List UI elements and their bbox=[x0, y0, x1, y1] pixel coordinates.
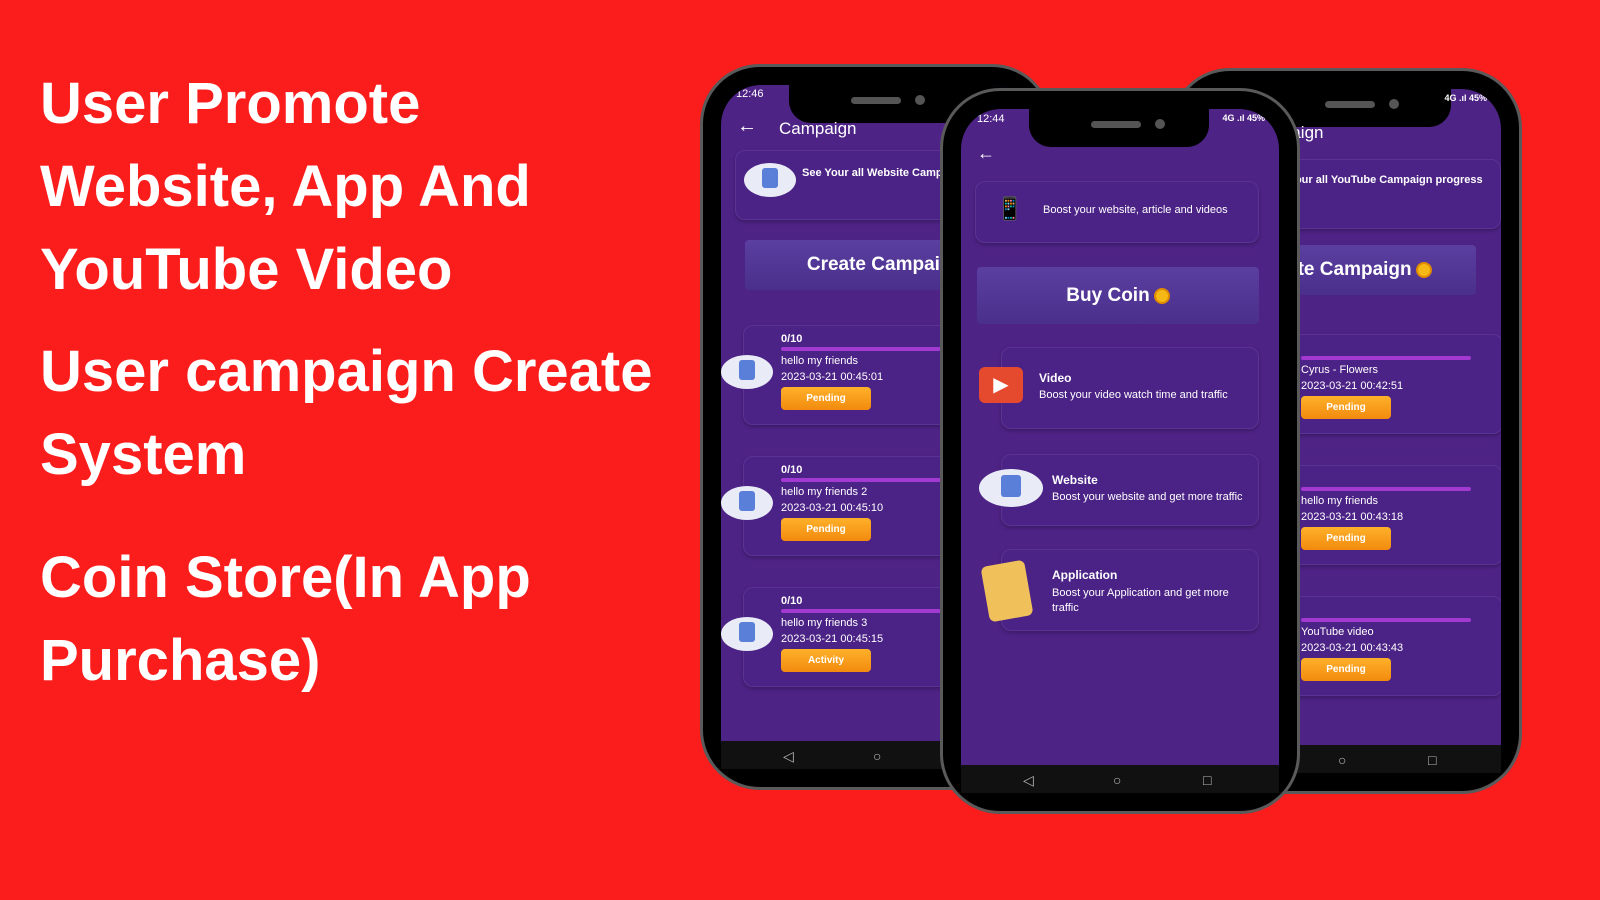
campaign-title: YouTube video bbox=[1301, 626, 1374, 638]
progress-count: 0/10 bbox=[781, 333, 803, 345]
screen: 12:44 4G .ıl 45% ← 📱 Boost your website,… bbox=[961, 109, 1279, 793]
progress-bar bbox=[781, 609, 951, 613]
phone-center: 12:44 4G .ıl 45% ← 📱 Boost your website,… bbox=[940, 88, 1300, 814]
info-card: 📱 Boost your website, article and videos bbox=[975, 181, 1259, 243]
campaign-date: 2023-03-21 00:45:10 bbox=[781, 502, 884, 514]
progress-bar bbox=[781, 478, 951, 482]
progress-count: 0/10 bbox=[781, 595, 803, 607]
campaign-title: hello my friends 3 bbox=[781, 617, 868, 629]
campaign-title: hello my friends bbox=[781, 355, 859, 367]
option-title: Application bbox=[1052, 568, 1118, 582]
campaign-date: 2023-03-21 00:45:01 bbox=[781, 371, 884, 383]
status-button[interactable]: Pending bbox=[1301, 527, 1391, 550]
campaign-title: hello my friends bbox=[1301, 495, 1379, 507]
headline-line: Coin Store(In App bbox=[40, 545, 531, 610]
option-video[interactable] bbox=[1001, 347, 1259, 429]
option-desc: Boost your website and get more traffic bbox=[1052, 491, 1243, 503]
progress-count: 0/10 bbox=[781, 464, 803, 476]
recents-square-icon[interactable]: □ bbox=[1428, 752, 1436, 768]
button-label: Buy Coin bbox=[1066, 284, 1150, 306]
option-desc: Boost your video watch time and traffic bbox=[1039, 389, 1228, 401]
headline-line: System bbox=[40, 422, 247, 487]
campaign-illustration-icon bbox=[744, 163, 796, 197]
status-time: 12:46 bbox=[736, 88, 764, 100]
headline-block-1: User Promote Website, App And YouTube Vi… bbox=[40, 62, 700, 311]
campaign-illustration-icon bbox=[721, 486, 773, 520]
status-time: 12:44 bbox=[977, 113, 1005, 125]
progress-bar bbox=[1301, 618, 1471, 622]
status-bar: 4G .ıl 45% bbox=[1444, 93, 1487, 103]
option-desc: Boost your Application and get more traf… bbox=[1052, 587, 1229, 614]
status-button[interactable]: Activity bbox=[781, 649, 871, 672]
campaign-title: Cyrus - Flowers bbox=[1301, 364, 1379, 376]
home-circle-icon[interactable]: ○ bbox=[873, 748, 881, 764]
option-title: Website bbox=[1052, 473, 1098, 487]
status-button[interactable]: Pending bbox=[781, 518, 871, 541]
campaign-illustration-icon bbox=[721, 355, 773, 389]
headline-line: User Promote bbox=[40, 71, 421, 136]
headline-line: User campaign Create bbox=[40, 339, 653, 404]
headline-line: Purchase) bbox=[40, 628, 321, 693]
campaign-illustration-icon bbox=[721, 617, 773, 651]
campaign-date: 2023-03-21 00:43:18 bbox=[1301, 511, 1404, 523]
progress-bar bbox=[1301, 487, 1471, 491]
home-circle-icon[interactable]: ○ bbox=[1113, 772, 1121, 788]
campaign-date: 2023-03-21 00:42:51 bbox=[1301, 380, 1404, 392]
video-play-icon: ▶ bbox=[979, 367, 1023, 403]
progress-bar bbox=[1301, 356, 1471, 360]
option-title: Video bbox=[1039, 371, 1072, 385]
back-arrow-icon[interactable]: ← bbox=[977, 143, 995, 164]
campaign-title: hello my friends 2 bbox=[781, 486, 868, 498]
campaign-date: 2023-03-21 00:43:43 bbox=[1301, 642, 1404, 654]
buy-coin-button[interactable]: Buy Coin bbox=[977, 267, 1259, 324]
campaign-date: 2023-03-21 00:45:15 bbox=[781, 633, 884, 645]
back-arrow-icon[interactable]: ← bbox=[737, 115, 757, 138]
headline-block-2: User campaign Create System bbox=[40, 330, 700, 496]
website-illustration-icon bbox=[979, 469, 1043, 507]
progress-bar bbox=[781, 347, 951, 351]
headline-block-3: Coin Store(In App Purchase) bbox=[40, 536, 700, 702]
android-nav-bar: ◁ ○ □ bbox=[961, 765, 1279, 793]
status-bar: 4G .ıl 45% bbox=[1222, 113, 1265, 123]
back-triangle-icon[interactable]: ◁ bbox=[1023, 772, 1034, 789]
coin-icon bbox=[1415, 262, 1432, 278]
status-button[interactable]: Pending bbox=[1301, 396, 1391, 419]
status-button[interactable]: Pending bbox=[781, 387, 871, 410]
headline-line: YouTube Video bbox=[40, 237, 453, 302]
status-button[interactable]: Pending bbox=[1301, 658, 1391, 681]
coin-icon bbox=[1153, 287, 1170, 304]
page-title: Campaign bbox=[779, 119, 857, 138]
info-text: Boost your website, article and videos bbox=[1043, 204, 1228, 216]
recents-square-icon[interactable]: □ bbox=[1203, 772, 1211, 788]
application-illustration-icon bbox=[980, 559, 1034, 623]
home-circle-icon[interactable]: ○ bbox=[1338, 752, 1346, 768]
headline-line: Website, App And bbox=[40, 154, 531, 219]
back-triangle-icon[interactable]: ◁ bbox=[783, 748, 794, 765]
phone-apps-icon: 📱 bbox=[996, 196, 1024, 221]
